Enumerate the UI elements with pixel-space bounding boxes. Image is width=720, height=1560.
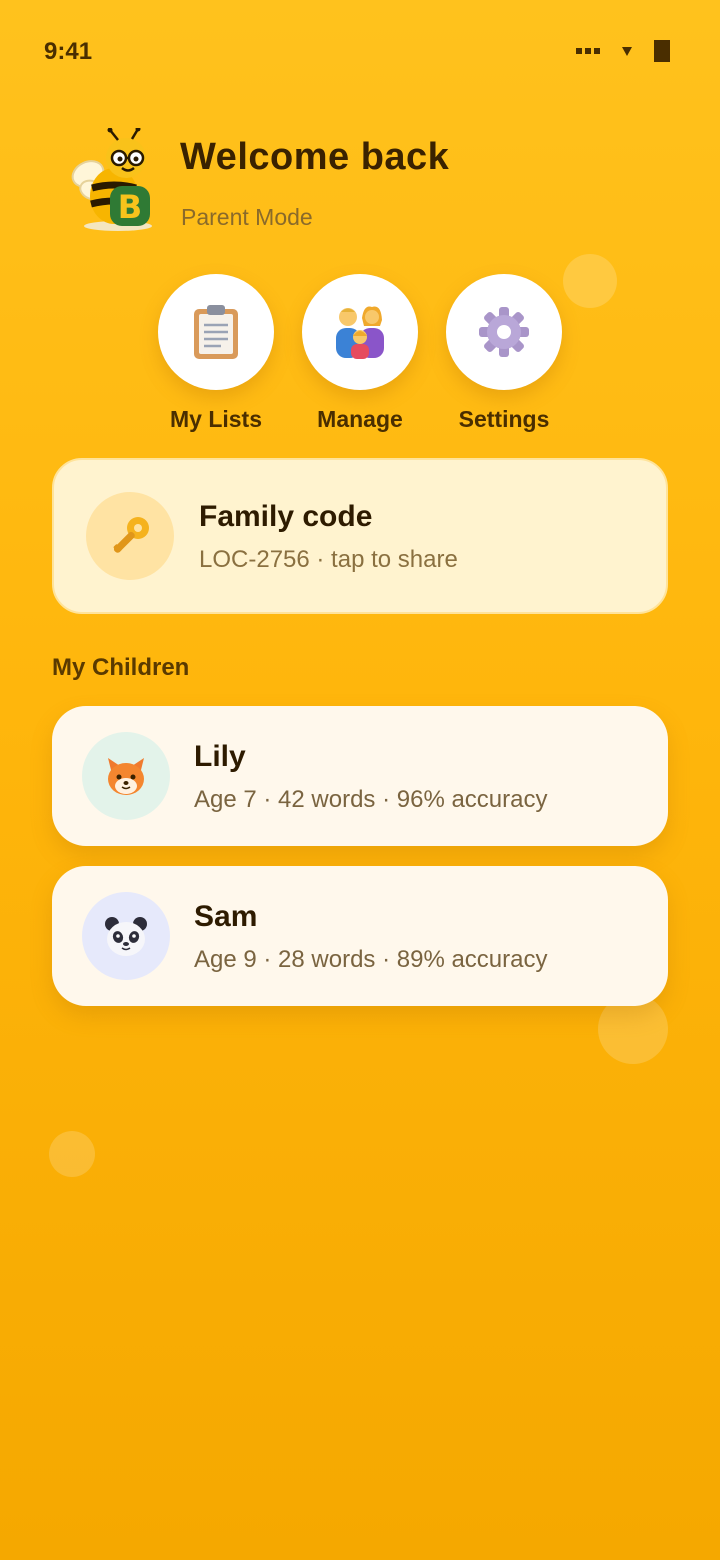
avatar [82,892,170,980]
decor-bubble [49,1131,95,1177]
panda-icon [105,917,147,956]
signal-icon [576,48,600,54]
child-card-lily[interactable]: Lily Age 7 · 42 words · 96% accuracy [52,706,668,846]
status-icons [576,40,670,62]
fox-icon [108,758,144,795]
battery-icon [654,40,670,62]
decor-bubble [563,254,617,308]
child-stats: Age 7 · 42 words · 96% accuracy [194,786,548,813]
settings-button[interactable]: Settings [446,274,562,433]
manage-circle[interactable] [302,274,418,390]
bee-mascot-icon: B [71,128,152,231]
family-icon [336,306,384,359]
my-children-heading: My Children [52,654,190,681]
settings-label: Settings [458,406,550,432]
avatar [82,732,170,820]
key-badge [86,492,174,580]
wifi-icon [622,46,632,56]
key-icon [113,517,149,553]
status-bar: 9:41 [0,0,720,100]
status-time: 9:41 [44,38,93,65]
child-stats: Age 9 · 28 words · 89% accuracy [194,946,548,973]
family-code-title: Family code [199,500,373,533]
gear-icon [479,307,529,357]
child-card-sam[interactable]: Sam Age 9 · 28 words · 89% accuracy [52,866,668,1006]
my-lists-label: My Lists [169,406,263,432]
welcome-title: Welcome back [180,136,450,178]
child-name: Lily [194,740,246,773]
settings-circle[interactable] [446,274,562,390]
family-code-value: LOC-2756 · tap to share [199,546,458,573]
family-code-card[interactable]: Family code LOC-2756 · tap to share [52,458,668,614]
child-name: Sam [194,900,258,933]
mascot-letter: B [118,188,142,226]
mode-subtitle: Parent Mode [181,204,313,230]
manage-label: Manage [317,406,403,432]
manage-button[interactable]: Manage [302,274,418,433]
my-lists-circle[interactable] [158,274,274,390]
quick-actions: My Lists Manage Settings [158,274,562,444]
my-lists-button[interactable]: My Lists [158,274,274,433]
clipboard-icon [194,305,238,359]
